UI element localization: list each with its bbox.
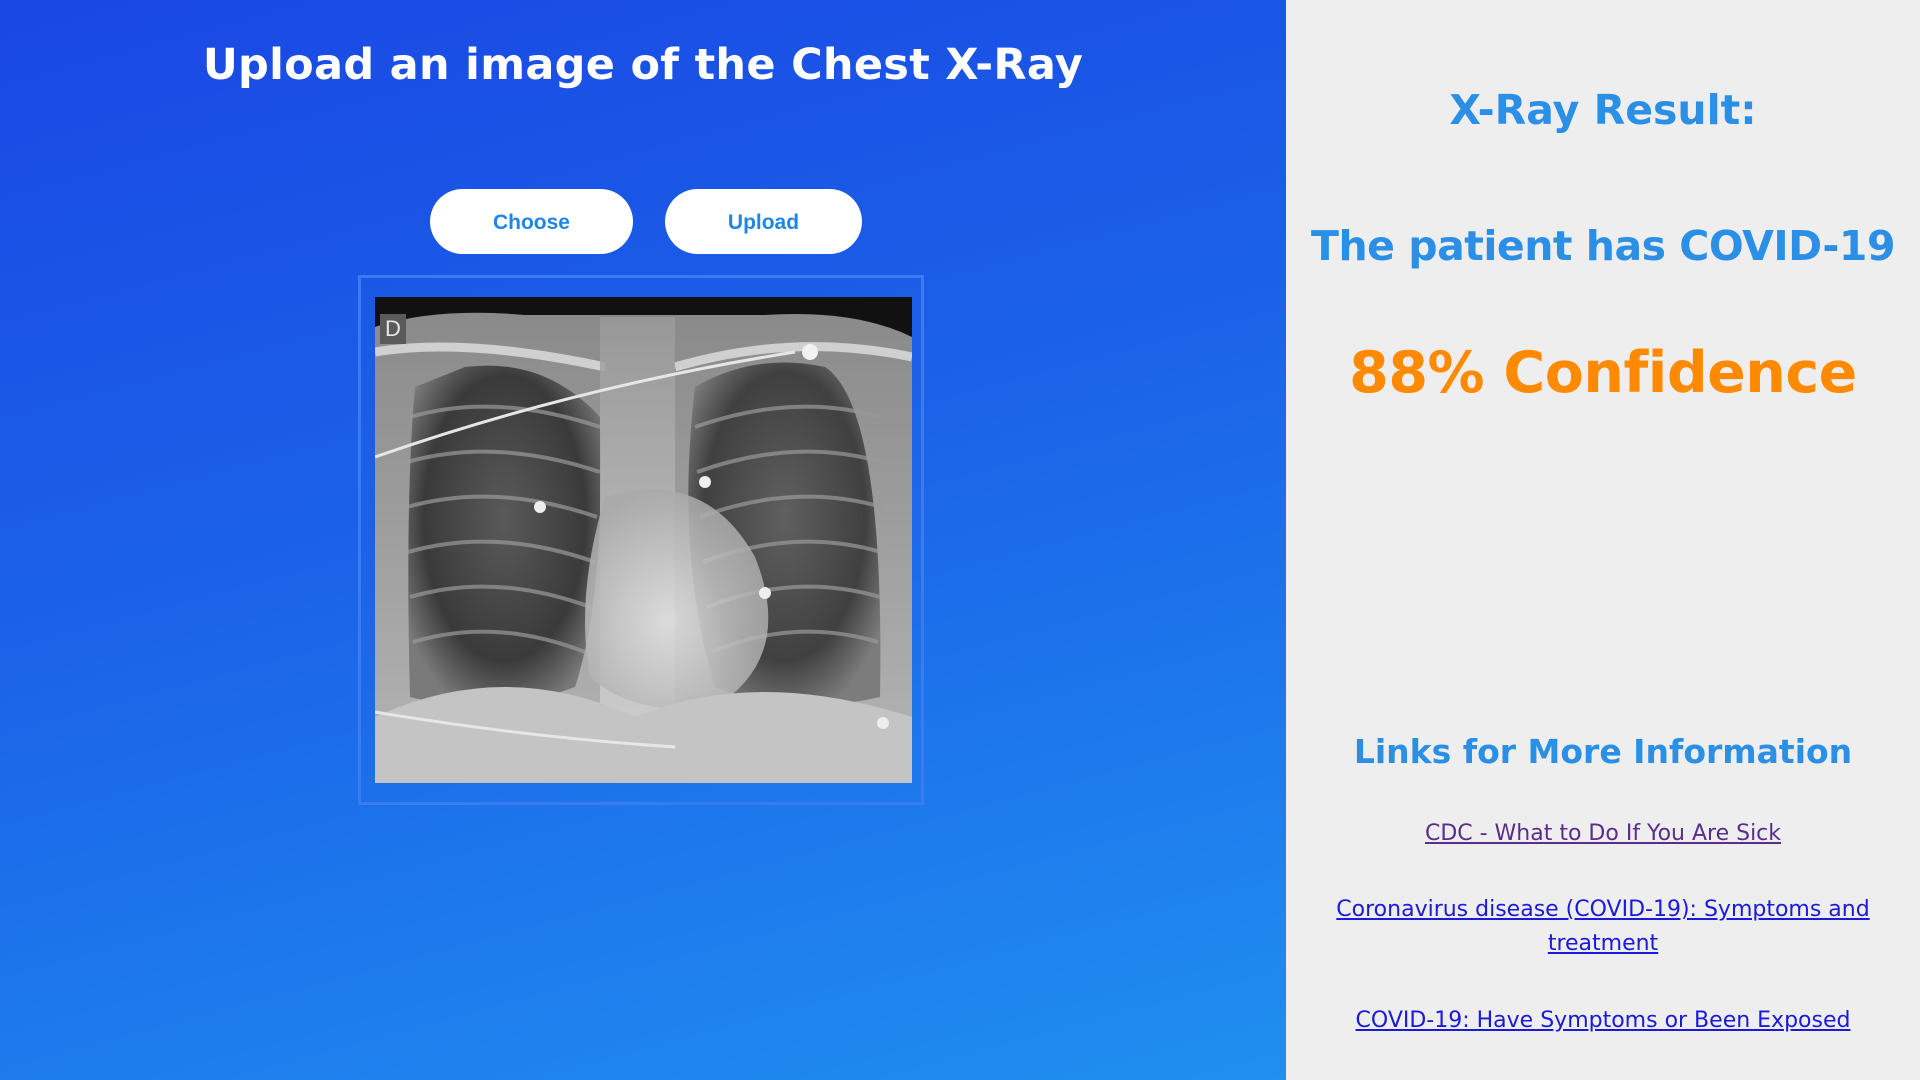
page: Upload an image of the Chest X-Ray Choos… [0,0,1920,1080]
result-panel: X-Ray Result: The patient has COVID-19 8… [1286,0,1920,1080]
result-heading: X-Ray Result: [1449,86,1757,134]
link-cdc-sick[interactable]: CDC - What to Do If You Are Sick [1326,817,1880,851]
upload-panel: Upload an image of the Chest X-Ray Choos… [0,0,1286,1080]
diagnosis-text: The patient has COVID-19 [1310,222,1896,270]
xray-side-marker: D [380,314,406,344]
upload-button[interactable]: Upload [665,189,862,254]
link-symptoms-exposed[interactable]: COVID-19: Have Symptoms or Been Exposed [1326,1004,1880,1038]
chest-xray-image: D [375,297,912,783]
confidence-text: 88% Confidence [1349,340,1857,406]
choose-button[interactable]: Choose [430,189,633,254]
links-heading: Links for More Information [1353,732,1853,771]
upload-title: Upload an image of the Chest X-Ray [202,40,1084,90]
link-symptoms-treatment[interactable]: Coronavirus disease (COVID-19): Symptoms… [1326,893,1880,961]
